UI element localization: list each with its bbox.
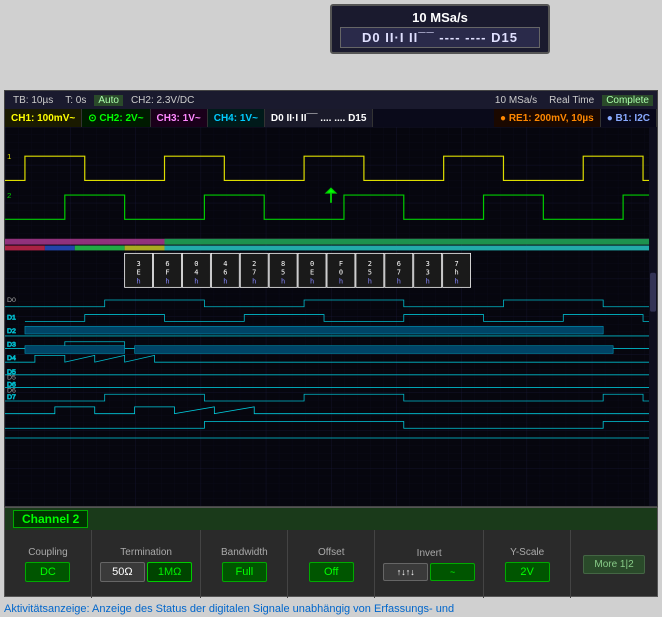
top-digital-panel: 10 MSa/s D0 ΙΙ·Ι ΙΙ¯¯ ---- ---- D15 bbox=[330, 4, 550, 54]
svg-text:5: 5 bbox=[281, 269, 285, 277]
auto-status: Auto bbox=[94, 95, 123, 106]
svg-text:6: 6 bbox=[397, 260, 401, 268]
oscilloscope-main: TB: 10µs T: 0s Auto CH2: 2.3V/DC 10 MSa/… bbox=[4, 90, 658, 507]
svg-text:h: h bbox=[223, 278, 227, 286]
svg-text:h: h bbox=[165, 278, 169, 286]
svg-text:3: 3 bbox=[426, 269, 430, 277]
svg-text:D7: D7 bbox=[7, 394, 16, 401]
yscale-group: Y-Scale 2V bbox=[484, 530, 571, 598]
digital-bus-area bbox=[5, 239, 657, 251]
t-status: T: 0s bbox=[61, 95, 90, 106]
invert-label: Invert bbox=[417, 548, 442, 559]
svg-text:E: E bbox=[310, 269, 314, 277]
svg-text:D2: D2 bbox=[7, 328, 16, 335]
tab-re1[interactable]: ● RE1: 200mV, 10µs bbox=[494, 109, 601, 127]
svg-text:h: h bbox=[194, 278, 198, 286]
termination-group: Termination 50Ω 1MΩ bbox=[92, 530, 202, 598]
yscale-2v-button[interactable]: 2V bbox=[505, 562, 550, 582]
svg-text:2: 2 bbox=[252, 260, 256, 268]
more-button[interactable]: More 1|2 bbox=[583, 555, 644, 574]
svg-text:2: 2 bbox=[7, 191, 11, 200]
bottom-control-panel: Channel 2 Coupling DC Termination 50Ω 1M… bbox=[4, 507, 658, 597]
complete-status: Complete bbox=[602, 95, 653, 106]
svg-text:4: 4 bbox=[223, 260, 227, 268]
coupling-dc-button[interactable]: DC bbox=[25, 562, 70, 582]
svg-text:h: h bbox=[426, 278, 430, 286]
ch2-info-status: CH2: 2.3V/DC bbox=[127, 95, 198, 106]
tab-b1[interactable]: ● B1: I2C bbox=[601, 109, 657, 127]
invert-group: Invert ↑↓↑↓ ~ bbox=[375, 530, 484, 598]
svg-text:3: 3 bbox=[136, 260, 140, 268]
sample-rate-status: 10 MSa/s bbox=[491, 95, 541, 106]
svg-text:h: h bbox=[252, 278, 256, 286]
invert-wave-button[interactable]: ↑↓↑↓ bbox=[383, 563, 428, 581]
channel-label-bar: Channel 2 bbox=[5, 508, 657, 530]
active-channel-label: Channel 2 bbox=[13, 510, 88, 528]
svg-text:0: 0 bbox=[310, 260, 314, 268]
coupling-group: Coupling DC bbox=[5, 530, 92, 598]
svg-text:7: 7 bbox=[252, 269, 256, 277]
svg-text:3: 3 bbox=[426, 260, 430, 268]
tab-ch4[interactable]: CH4: 1V~ bbox=[208, 109, 265, 127]
svg-text:6: 6 bbox=[165, 260, 169, 268]
sample-rate-display: 10 MSa/s bbox=[340, 10, 540, 25]
bandwidth-full-button[interactable]: Full bbox=[222, 562, 267, 582]
waveform-svg: 3 E h 6 F h 0 4 h 4 6 h 2 7 h bbox=[5, 127, 657, 506]
svg-text:0: 0 bbox=[339, 269, 343, 277]
svg-text:h: h bbox=[281, 278, 285, 286]
svg-text:7: 7 bbox=[397, 269, 401, 277]
svg-text:h: h bbox=[368, 278, 372, 286]
tab-ch3[interactable]: CH3: 1V~ bbox=[151, 109, 208, 127]
mode-status: Real Time bbox=[545, 95, 598, 106]
svg-text:D0: D0 bbox=[7, 297, 16, 304]
offset-off-button[interactable]: Off bbox=[309, 562, 354, 582]
termination-1mohm-button[interactable]: 1MΩ bbox=[147, 562, 193, 582]
coupling-label: Coupling bbox=[28, 547, 67, 558]
svg-text:E: E bbox=[136, 269, 140, 277]
scope-status-bar: TB: 10µs T: 0s Auto CH2: 2.3V/DC 10 MSa/… bbox=[5, 91, 657, 109]
svg-text:0: 0 bbox=[194, 260, 198, 268]
channel-tabs-bar: CH1: 100mV~ ⊙ CH2: 2V~ CH3: 1V~ CH4: 1V~… bbox=[5, 109, 657, 127]
tab-ch2[interactable]: ⊙ CH2: 2V~ bbox=[82, 109, 150, 127]
svg-text:2: 2 bbox=[368, 260, 372, 268]
svg-text:h: h bbox=[397, 278, 401, 286]
bandwidth-group: Bandwidth Full bbox=[201, 530, 288, 598]
svg-text:D5: D5 bbox=[7, 375, 16, 382]
status-description: Aktivitätsanzeige: Anzeige des Status de… bbox=[4, 603, 454, 615]
svg-text:h: h bbox=[339, 278, 343, 286]
termination-label: Termination bbox=[120, 547, 172, 558]
termination-btn-group: 50Ω 1MΩ bbox=[100, 562, 193, 582]
svg-text:D3: D3 bbox=[7, 342, 16, 349]
bandwidth-label: Bandwidth bbox=[221, 547, 268, 558]
svg-text:4: 4 bbox=[194, 269, 198, 277]
svg-text:h: h bbox=[455, 269, 459, 277]
termination-50ohm-button[interactable]: 50Ω bbox=[100, 562, 145, 582]
status-text: Aktivitätsanzeige: Anzeige des Status de… bbox=[4, 603, 658, 615]
invert-btn-group: ↑↓↑↓ ~ bbox=[383, 563, 475, 581]
offset-label: Offset bbox=[318, 547, 345, 558]
svg-text:D4: D4 bbox=[7, 355, 16, 362]
svg-text:h: h bbox=[136, 278, 140, 286]
svg-text:D1: D1 bbox=[7, 314, 16, 321]
waveform-display: 3 E h 6 F h 0 4 h 4 6 h 2 7 h bbox=[5, 127, 657, 506]
digital-channel-display: D0 ΙΙ·Ι ΙΙ¯¯ ---- ---- D15 bbox=[340, 27, 540, 48]
tab-ch1[interactable]: CH1: 100mV~ bbox=[5, 109, 82, 127]
invert-off-button[interactable]: ~ bbox=[430, 563, 475, 581]
svg-text:F: F bbox=[165, 269, 169, 277]
svg-text:h: h bbox=[455, 278, 459, 286]
tb-status: TB: 10µs bbox=[9, 95, 57, 106]
svg-text:F: F bbox=[339, 260, 343, 268]
tab-digital[interactable]: D0 ΙΙ·Ι ΙΙ¯¯ .... .... D15 bbox=[265, 109, 374, 127]
svg-text:8: 8 bbox=[281, 260, 285, 268]
more-group: More 1|2 bbox=[571, 530, 657, 598]
yscale-label: Y-Scale bbox=[510, 547, 544, 558]
offset-group: Offset Off bbox=[288, 530, 375, 598]
svg-text:5: 5 bbox=[368, 269, 372, 277]
svg-text:h: h bbox=[310, 278, 314, 286]
controls-row: Coupling DC Termination 50Ω 1MΩ Bandwidt… bbox=[5, 530, 657, 598]
svg-text:D6: D6 bbox=[7, 387, 16, 394]
svg-text:1: 1 bbox=[7, 152, 11, 161]
svg-text:6: 6 bbox=[223, 269, 227, 277]
svg-text:7: 7 bbox=[455, 260, 459, 268]
